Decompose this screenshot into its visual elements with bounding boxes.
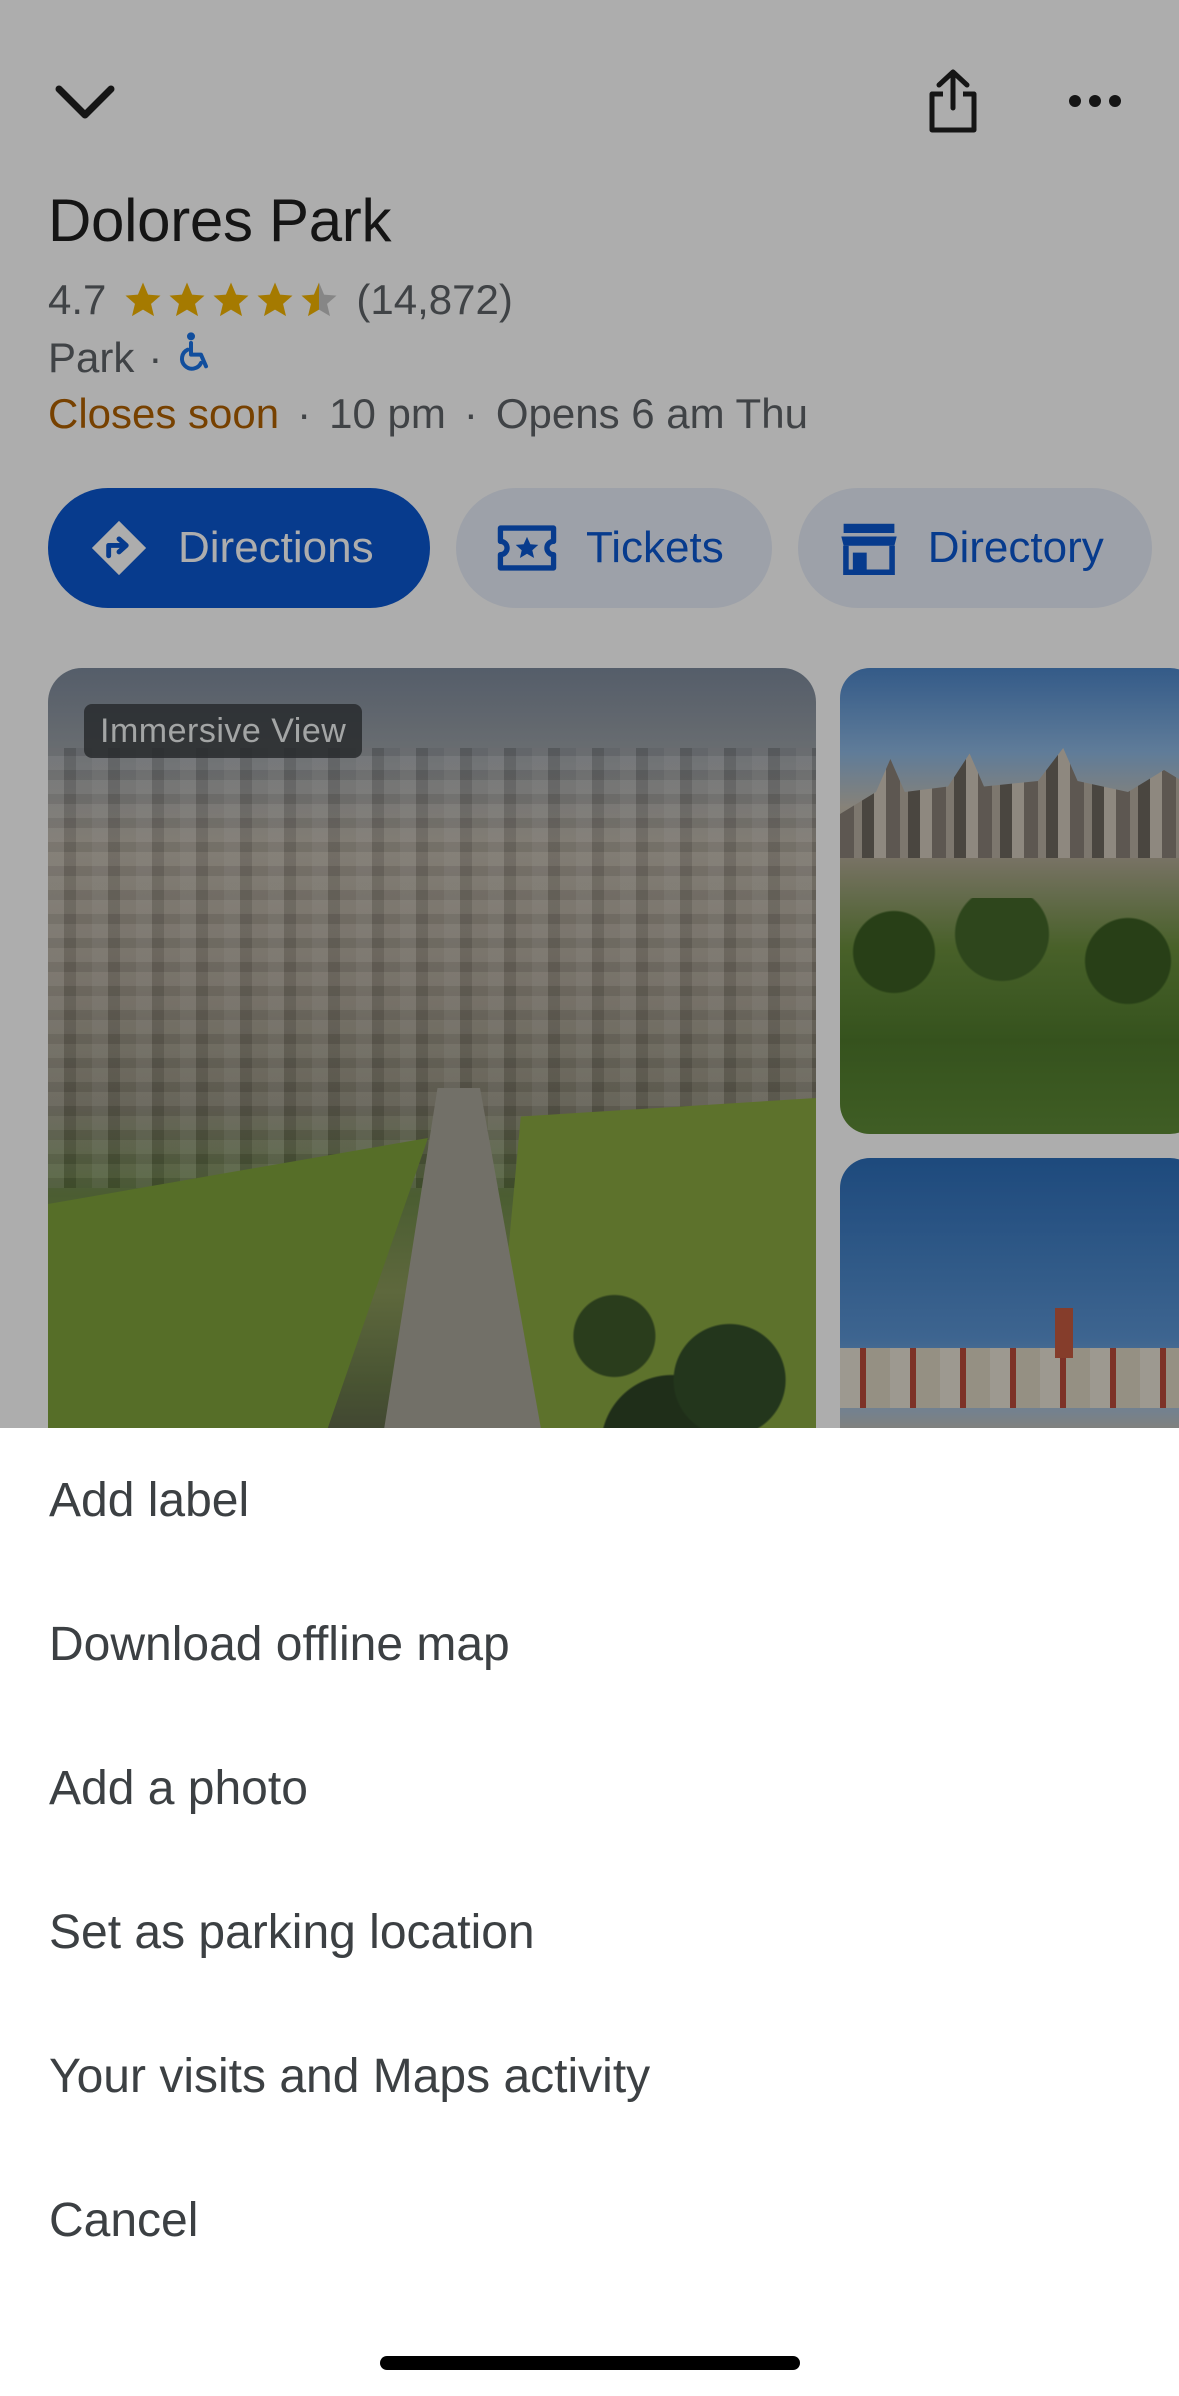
cancel-button[interactable]: Cancel — [0, 2148, 1179, 2292]
menu-item-download-offline-map[interactable]: Download offline map — [0, 1572, 1179, 1716]
home-indicator[interactable] — [380, 2356, 800, 2370]
menu-item-add-label[interactable]: Add label — [0, 1428, 1179, 1572]
menu-item-visits-activity[interactable]: Your visits and Maps activity — [0, 2004, 1179, 2148]
action-sheet: Add label Download offline map Add a pho… — [0, 1428, 1179, 2396]
menu-item-set-parking-location[interactable]: Set as parking location — [0, 1860, 1179, 2004]
menu-item-add-photo[interactable]: Add a photo — [0, 1716, 1179, 1860]
